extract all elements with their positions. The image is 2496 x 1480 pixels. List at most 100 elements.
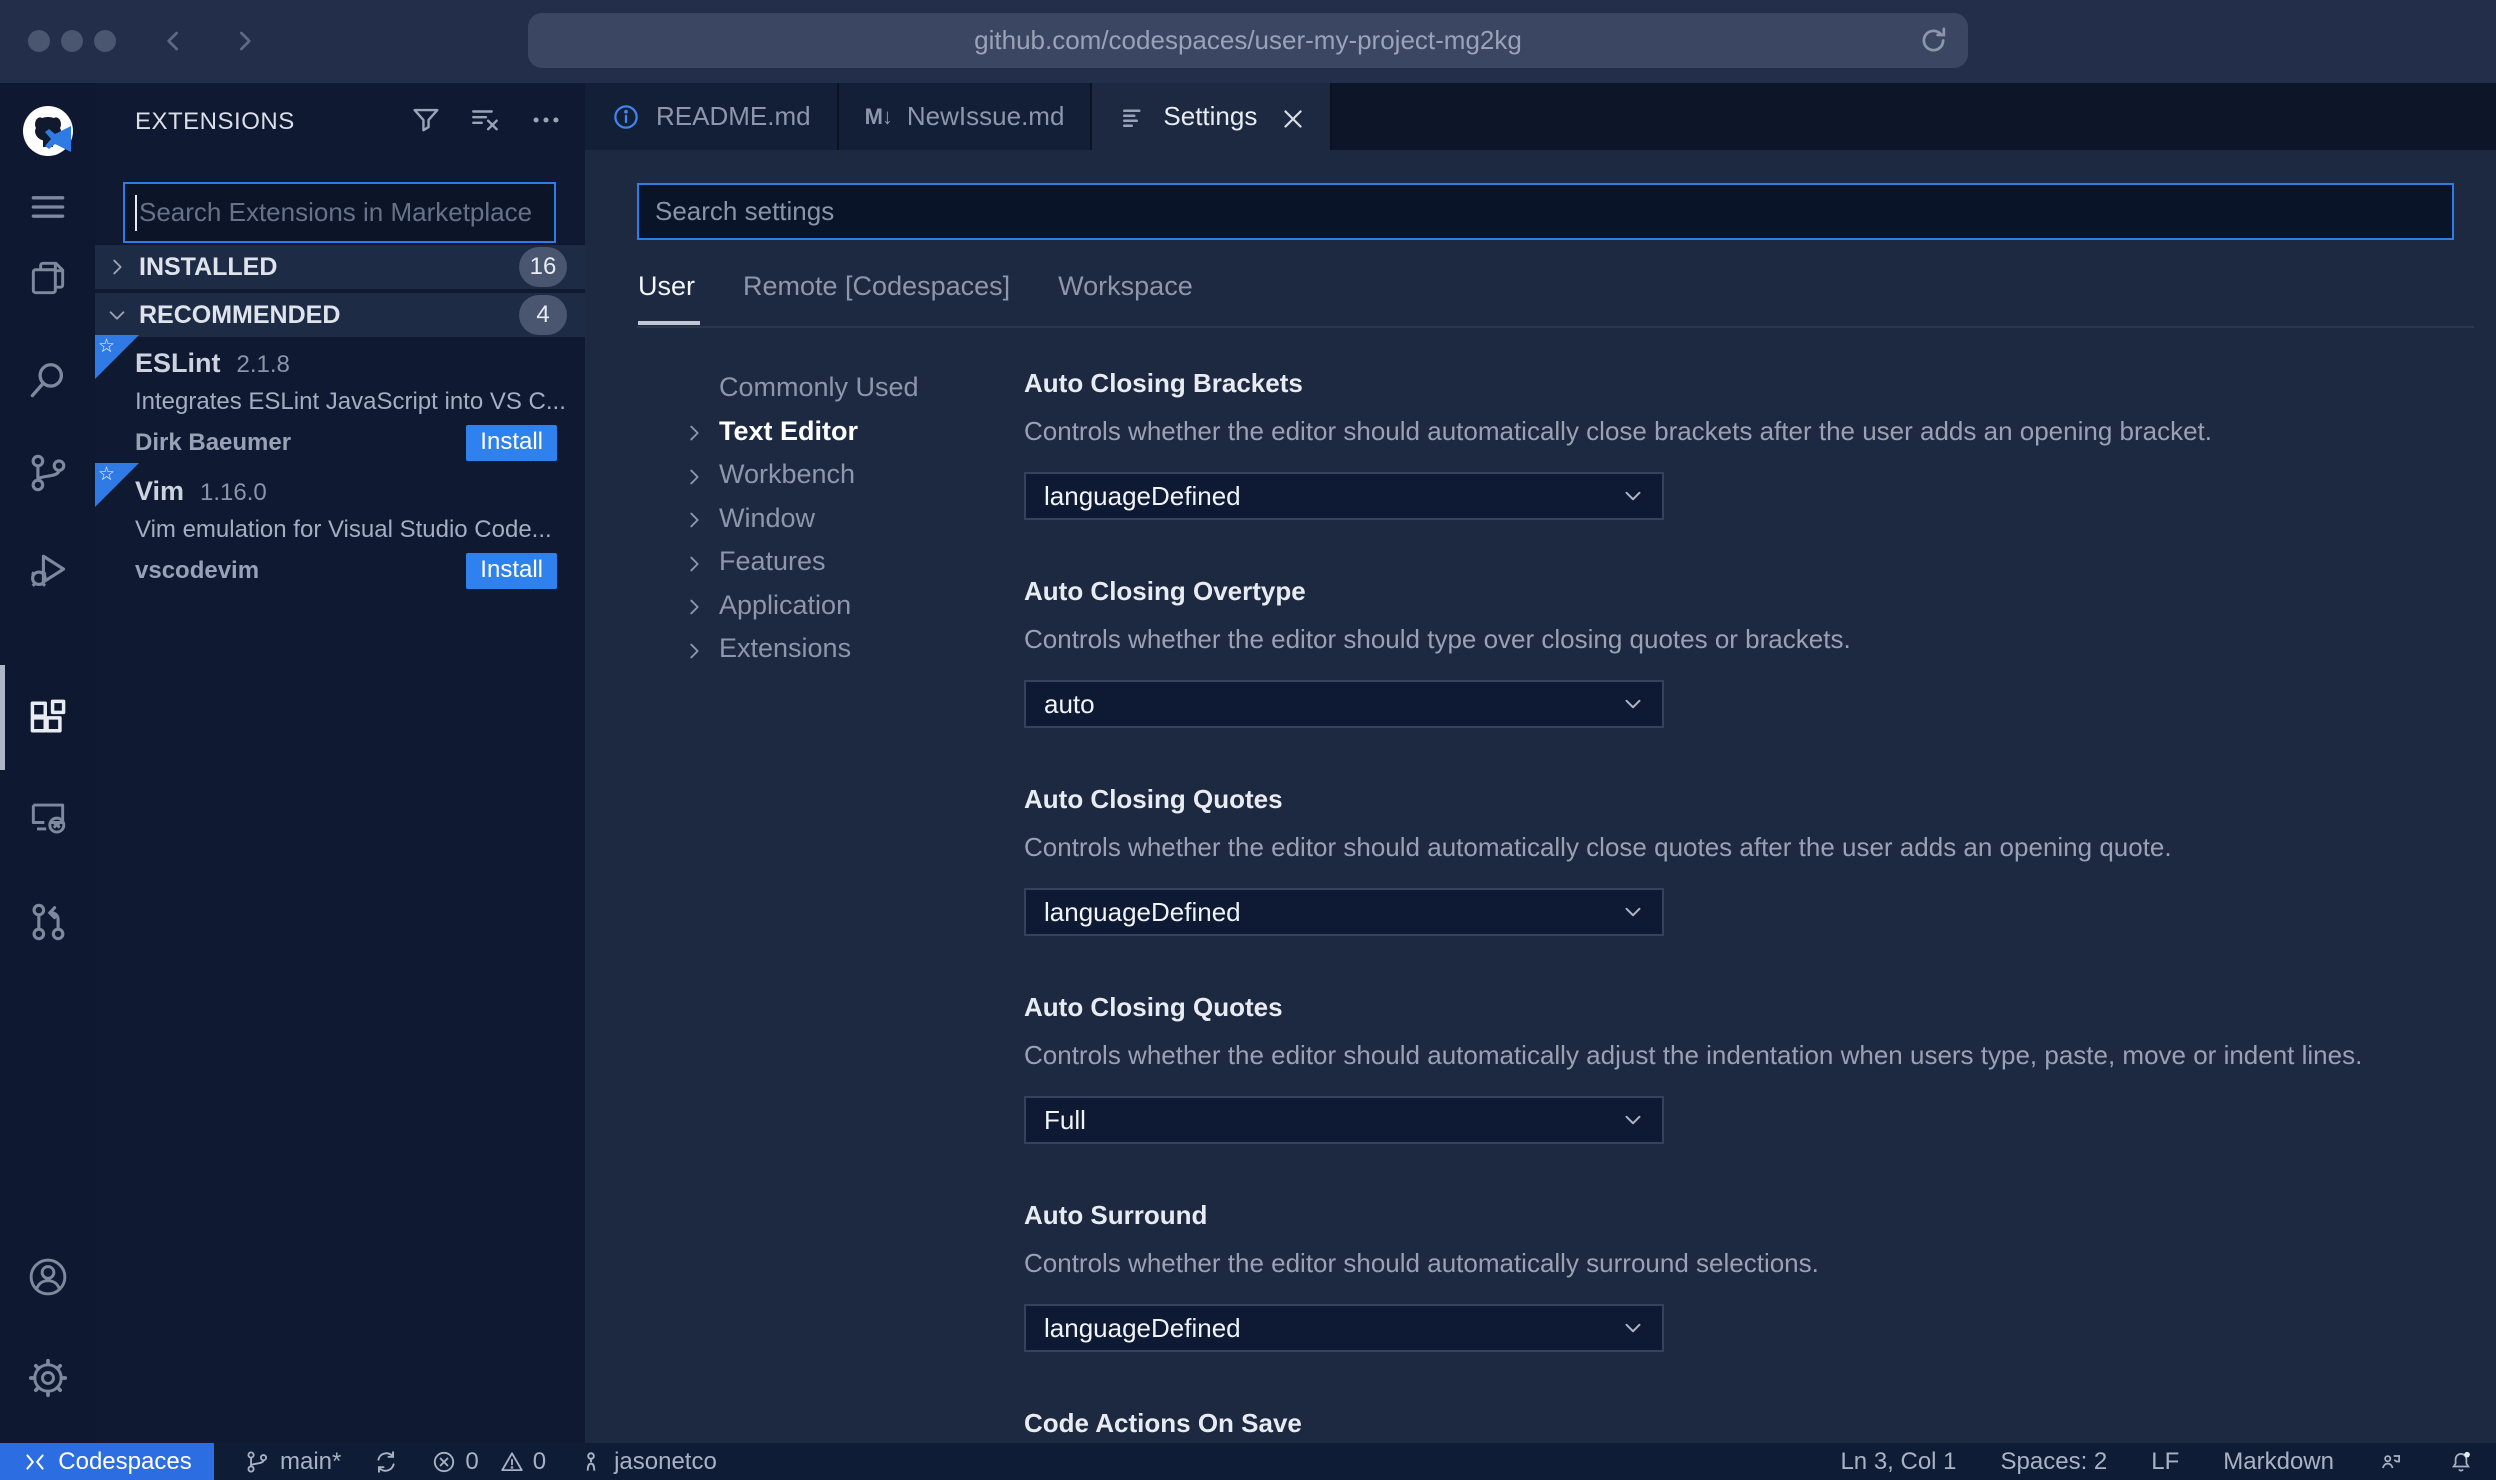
person-icon	[586, 1451, 596, 1471]
extension-item-vim[interactable]: ☆ Vim 1.16.0 Vim emulation for Visual St…	[95, 463, 585, 589]
toc-window[interactable]: Window	[683, 497, 983, 541]
setting-title: Auto Closing Overtype	[1024, 576, 1306, 606]
tab-settings[interactable]: Settings	[1092, 83, 1333, 150]
close-window-button[interactable]	[28, 30, 50, 52]
status-bar-right: Ln 3, Col 1 Spaces: 2 LF Markdown	[1818, 1448, 2496, 1476]
setting-description: Controls whether the editor should autom…	[1024, 832, 2172, 862]
sync-icon	[377, 1450, 395, 1473]
extension-name: ESLint	[135, 348, 221, 378]
extensions-icon[interactable]	[0, 695, 95, 739]
tab-newissue[interactable]: M↓ NewIssue.md	[838, 83, 1093, 150]
eol-indicator[interactable]: LF	[2129, 1448, 2201, 1476]
install-button[interactable]: Install	[466, 425, 557, 461]
setting-auto-closing-quotes: Auto Closing Quotes Controls whether the…	[1024, 782, 2496, 936]
remote-label: Codespaces	[58, 1447, 192, 1475]
window-controls	[28, 30, 116, 52]
cursor-position[interactable]: Ln 3, Col 1	[1818, 1448, 1978, 1476]
more-actions-icon[interactable]	[529, 103, 563, 142]
tab-readme[interactable]: README.md	[585, 83, 839, 150]
close-icon[interactable]	[1278, 104, 1304, 130]
section-label: RECOMMENDED	[139, 300, 341, 329]
warning-count: 0	[532, 1447, 547, 1475]
section-recommended[interactable]: RECOMMENDED 4	[95, 293, 585, 337]
setting-code-actions-on-save: Code Actions On Save	[1024, 1406, 2496, 1440]
explorer-icon[interactable]	[0, 256, 95, 300]
info-icon	[614, 104, 638, 129]
extension-version: 2.1.8	[236, 351, 290, 378]
scope-tab-remote[interactable]: Remote [Codespaces]	[743, 271, 1010, 302]
section-installed[interactable]: INSTALLED 16	[95, 245, 585, 289]
remote-indicator[interactable]: Codespaces	[0, 1443, 214, 1480]
pull-request-icon[interactable]	[0, 900, 95, 944]
chevron-down-icon	[95, 304, 139, 326]
url-text: github.com/codespaces/user-my-project-mg…	[974, 25, 1522, 55]
chevron-right-icon	[683, 638, 705, 660]
chevron-right-icon	[683, 507, 705, 529]
recommended-star-icon: ☆	[95, 335, 139, 379]
user-indicator[interactable]: jasonetco	[562, 1443, 733, 1480]
clear-filter-icon[interactable]	[469, 103, 503, 142]
settings-list-icon	[1123, 109, 1141, 127]
toc-commonly-used[interactable]: Commonly Used	[683, 366, 983, 410]
run-debug-icon[interactable]	[0, 548, 95, 592]
toc-workbench[interactable]: Workbench	[683, 453, 983, 497]
back-button[interactable]	[158, 18, 190, 69]
setting-dropdown[interactable]: languageDefined	[1024, 888, 1664, 936]
maximize-window-button[interactable]	[94, 30, 116, 52]
problems-indicator[interactable]: 0 0	[415, 1443, 562, 1480]
extension-publisher: vscodevim	[135, 557, 260, 584]
source-control-icon[interactable]	[0, 451, 95, 495]
feedback-icon	[2382, 1454, 2400, 1468]
toc-label: Commonly Used	[719, 372, 919, 403]
scope-tab-user[interactable]: User	[638, 271, 695, 302]
language-mode[interactable]: Markdown	[2201, 1448, 2356, 1476]
toc-label: Workbench	[719, 459, 856, 490]
setting-dropdown[interactable]: Full	[1024, 1096, 1664, 1144]
branch-indicator[interactable]: main*	[228, 1443, 357, 1480]
extension-item-eslint[interactable]: ☆ ESLint 2.1.8 Integrates ESLint JavaScr…	[95, 335, 585, 463]
scope-tab-workspace[interactable]: Workspace	[1058, 271, 1193, 302]
remote-explorer-icon[interactable]	[0, 795, 95, 839]
toc-features[interactable]: Features	[683, 540, 983, 584]
settings-search-input[interactable]: Search settings	[637, 183, 2454, 240]
feedback-button[interactable]	[2356, 1449, 2426, 1475]
indentation-indicator[interactable]: Spaces: 2	[1979, 1448, 2130, 1476]
setting-dropdown[interactable]: auto	[1024, 680, 1664, 728]
install-button[interactable]: Install	[466, 553, 557, 589]
status-bar: Codespaces main* 0 0 jasonetco Ln 3, Col…	[0, 1443, 2496, 1480]
editor-area: README.md M↓ NewIssue.md Settings Search…	[585, 83, 2496, 1443]
error-icon	[434, 1451, 455, 1472]
settings-search-placeholder: Search settings	[655, 196, 835, 226]
setting-auto-closing-overtype: Auto Closing Overtype Controls whether t…	[1024, 574, 2496, 728]
url-bar[interactable]: github.com/codespaces/user-my-project-mg…	[528, 13, 1968, 68]
toc-application[interactable]: Application	[683, 584, 983, 628]
tab-label: README.md	[656, 101, 811, 131]
toc-label: Application	[719, 589, 852, 620]
toc-label: Features	[719, 546, 826, 577]
extensions-search-input[interactable]: Search Extensions in Marketplace	[123, 182, 556, 243]
settings-gear-icon[interactable]	[0, 1356, 95, 1400]
sidebar-header: EXTENSIONS	[95, 83, 585, 161]
search-icon[interactable]	[0, 358, 95, 402]
menu-icon[interactable]	[0, 185, 95, 229]
sync-button[interactable]	[357, 1443, 415, 1480]
filter-icon[interactable]	[409, 103, 443, 142]
toc-label: Extensions	[719, 633, 852, 664]
setting-dropdown[interactable]: languageDefined	[1024, 472, 1664, 520]
setting-auto-surround: Auto Surround Controls whether the edito…	[1024, 1198, 2496, 1352]
toc-label: Window	[719, 502, 816, 533]
forward-button[interactable]	[228, 18, 260, 69]
setting-dropdown[interactable]: languageDefined	[1024, 1304, 1664, 1352]
setting-description: Controls whether the editor should type …	[1024, 624, 1851, 654]
setting-description: Controls whether the editor should autom…	[1024, 1040, 2363, 1070]
minimize-window-button[interactable]	[61, 30, 83, 52]
notifications-button[interactable]	[2426, 1449, 2482, 1475]
account-icon[interactable]	[0, 1255, 95, 1299]
refresh-icon[interactable]	[1917, 24, 1950, 57]
settings-toc: Commonly Used Text Editor Workbench Wind…	[683, 366, 983, 671]
setting-description: Controls whether the editor should autom…	[1024, 416, 2213, 446]
activity-bar	[0, 83, 95, 1443]
toc-text-editor[interactable]: Text Editor	[683, 410, 983, 454]
branch-label: main*	[280, 1447, 342, 1475]
toc-extensions[interactable]: Extensions	[683, 627, 983, 671]
